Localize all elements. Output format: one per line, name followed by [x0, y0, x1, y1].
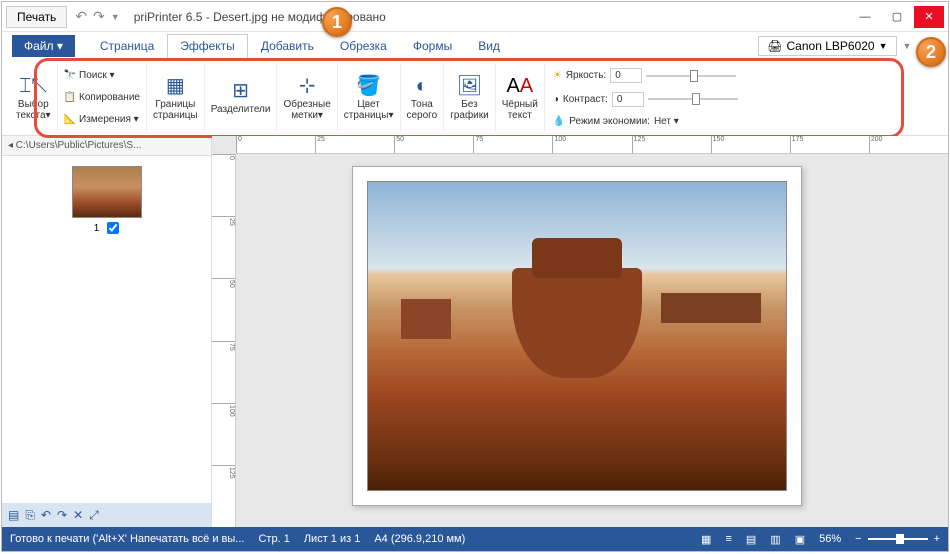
tab-forms[interactable]: Формы: [400, 34, 465, 58]
measure-tool[interactable]: 📐Измерения ▾: [64, 114, 140, 125]
ruler-icon: 📐: [64, 114, 76, 125]
tab-crop[interactable]: Обрезка: [327, 34, 400, 58]
sb-tool-icon[interactable]: ⎘: [25, 508, 35, 523]
contrast-row: ◑ Контраст: 0: [553, 92, 738, 107]
chevron-down-icon: ▼: [879, 41, 888, 51]
black-text-tool[interactable]: AA Чёрный текст: [496, 64, 545, 131]
status-size: A4 (296.9,210 мм): [374, 533, 465, 545]
crop-marks-tool[interactable]: ⊹ Обрезные метки▾: [277, 64, 337, 131]
status-sheet: Лист 1 из 1: [304, 533, 361, 545]
brightness-icon: ☀: [553, 70, 562, 81]
borders-icon: ▦: [166, 75, 185, 97]
zoom-value: 56%: [819, 533, 841, 545]
annotation-callout-1: 1: [322, 7, 352, 37]
redo-icon[interactable]: ↷: [93, 8, 105, 25]
photo-desert: [367, 181, 787, 491]
zoom-out-button[interactable]: −: [855, 533, 861, 545]
close-button[interactable]: ✕: [914, 6, 944, 28]
page-thumbnail[interactable]: [72, 166, 142, 218]
canvas[interactable]: 0255075100125150175200 0255075100125: [212, 136, 948, 527]
page-borders-tool[interactable]: ▦ Границы страницы: [147, 64, 205, 131]
breadcrumb[interactable]: ◂ C:\Users\Public\Pictures\S...: [2, 136, 211, 156]
status-page: Стр. 1: [258, 533, 289, 545]
page-color-tool[interactable]: 🪣 Цвет страницы▾: [338, 64, 401, 131]
titlebar: Печать ↶ ↷ ▼ priPrinter 6.5 - Desert.jpg…: [2, 2, 948, 32]
minimize-button[interactable]: —: [850, 6, 880, 28]
select-text-tool[interactable]: ⌶↖ Выбор текста▾: [10, 64, 58, 131]
sidebar-toolbar: ▤ ⎘ ↶ ↷ ✕ ⤢: [2, 503, 211, 527]
grayscale-tool[interactable]: ◐ Тона серого: [401, 64, 445, 131]
brightness-row: ☀ Яркость: 0: [553, 68, 738, 83]
chevron-down-icon[interactable]: ▼: [903, 41, 912, 51]
status-ready: Готово к печати ('Alt+X' Напечатать всё …: [10, 533, 244, 545]
sb-tool-icon[interactable]: ↷: [57, 508, 67, 522]
ribbon: ⌶↖ Выбор текста▾ 🔭Поиск ▾ 📋Копирование 📐…: [2, 60, 948, 136]
tab-page[interactable]: Страница: [87, 34, 167, 58]
sb-tool-icon[interactable]: ↶: [41, 508, 51, 522]
file-menu[interactable]: Файл ▾: [12, 35, 75, 57]
thumb-page-num: 1: [94, 223, 100, 234]
qat-dropdown-icon[interactable]: ▼: [111, 12, 120, 22]
contrast-value[interactable]: 0: [612, 92, 644, 107]
printer-icon: 🖨: [767, 39, 782, 53]
sb-tool-icon[interactable]: ▤: [8, 508, 19, 522]
sb-tool-icon[interactable]: ✕: [73, 508, 83, 522]
eco-icon: 💧: [553, 116, 565, 127]
sb-tool-icon[interactable]: ⤢: [89, 508, 99, 523]
contrast-slider[interactable]: [648, 98, 738, 100]
tab-view[interactable]: Вид: [465, 34, 513, 58]
statusbar: Готово к печати ('Alt+X' Напечатать всё …: [2, 527, 948, 551]
annotation-callout-2: 2: [916, 37, 946, 67]
undo-icon[interactable]: ↶: [75, 8, 87, 25]
text-cursor-icon: ⌶↖: [19, 75, 47, 97]
brightness-value[interactable]: 0: [610, 68, 642, 83]
vertical-ruler: 0255075100125: [212, 154, 236, 527]
no-graphics-tool[interactable]: 🖼 Без графики: [444, 64, 496, 131]
eco-mode-row[interactable]: 💧 Режим экономии: Нет ▾: [553, 116, 738, 127]
view-mode-icon[interactable]: ▦: [701, 533, 711, 546]
cropmarks-icon: ⊹: [299, 75, 316, 97]
view-mode-icon[interactable]: ▤: [746, 533, 756, 546]
zoom-slider[interactable]: [868, 538, 928, 540]
contrast-icon: ◑: [553, 94, 559, 105]
dividers-tool[interactable]: ⊞ Разделители: [205, 64, 278, 131]
view-mode-icon[interactable]: ▣: [795, 533, 805, 546]
page-checkbox[interactable]: [107, 222, 119, 234]
no-graphics-icon: 🖼: [457, 75, 482, 97]
copy-icon: 📋: [64, 92, 76, 103]
tab-add[interactable]: Добавить: [248, 34, 327, 58]
copy-tool[interactable]: 📋Копирование: [64, 92, 140, 103]
quick-access-toolbar: ↶ ↷ ▼: [75, 8, 119, 25]
print-button[interactable]: Печать: [6, 6, 67, 28]
view-mode-icon[interactable]: ▥: [770, 533, 780, 546]
tab-effects[interactable]: Эффекты: [167, 34, 248, 58]
thumbnail-panel: 1: [2, 156, 211, 503]
page-preview[interactable]: [352, 166, 802, 506]
paint-bucket-icon: 🪣: [356, 75, 381, 97]
binoculars-icon: 🔭: [64, 70, 76, 81]
black-text-icon: AA: [506, 75, 533, 97]
window-title: priPrinter 6.5 - Desert.jpg не модифицир…: [134, 10, 850, 24]
horizontal-ruler: 0255075100125150175200: [236, 136, 948, 154]
menubar: Файл ▾ Страница Эффекты Добавить Обрезка…: [2, 32, 948, 60]
maximize-button[interactable]: ▢: [882, 6, 912, 28]
ribbon-tabs: Страница Эффекты Добавить Обрезка Формы …: [87, 34, 513, 58]
grayscale-icon: ◐: [416, 75, 428, 97]
search-tool[interactable]: 🔭Поиск ▾: [64, 70, 140, 81]
dividers-icon: ⊞: [232, 80, 249, 102]
view-mode-icon[interactable]: ≡: [725, 533, 731, 545]
printer-selector[interactable]: 🖨 Canon LBP6020 ▼: [758, 36, 896, 56]
printer-name: Canon LBP6020: [787, 39, 875, 53]
zoom-in-button[interactable]: +: [934, 533, 940, 545]
sidebar: ◂ C:\Users\Public\Pictures\S... 1 ▤ ⎘ ↶ …: [2, 136, 212, 527]
brightness-slider[interactable]: [646, 75, 736, 77]
